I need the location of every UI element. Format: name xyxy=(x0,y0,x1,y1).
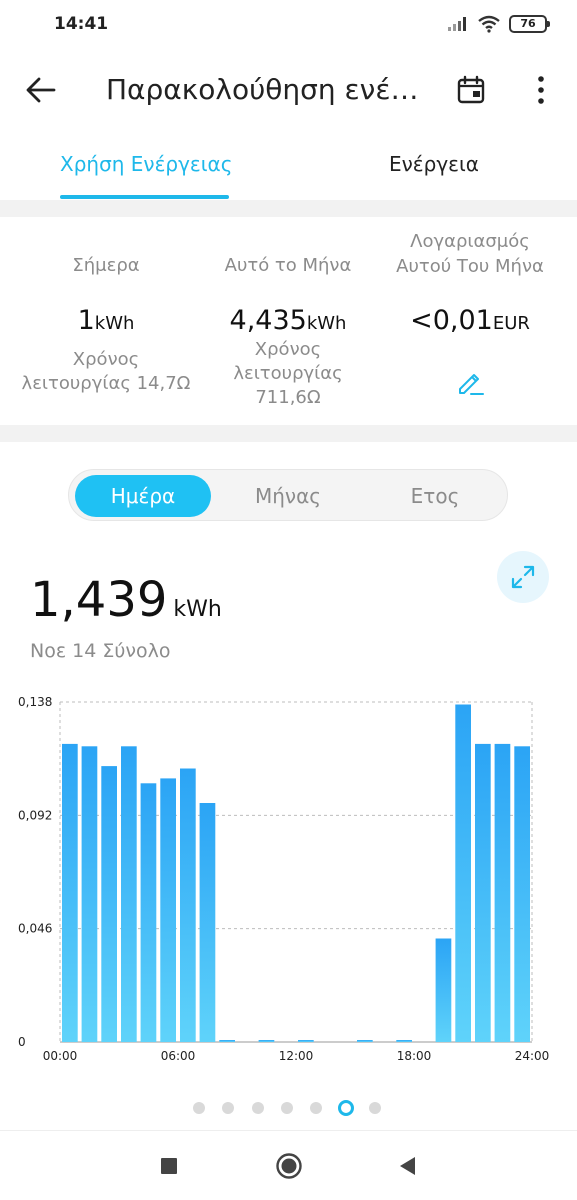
chart-bar xyxy=(357,1040,373,1042)
chart-bar xyxy=(396,1040,412,1042)
y-tick-label: 0,046 xyxy=(18,922,52,936)
recents-button[interactable] xyxy=(154,1151,184,1181)
chart-bar xyxy=(62,743,78,1042)
period-day-button[interactable]: Ημέρα xyxy=(75,475,211,517)
expand-icon xyxy=(511,565,535,589)
square-icon xyxy=(161,1158,177,1174)
x-tick-label: 24:00 xyxy=(515,1049,550,1063)
period-selector: Ημέρα Μήνας Ετος xyxy=(68,469,508,521)
stat-today-unit: kWh xyxy=(94,313,135,334)
chart-bar xyxy=(199,803,216,1042)
chart-bar xyxy=(140,783,157,1042)
stat-bill: Λογαριασμός Αυτού Του Μήνα <0,01EUR xyxy=(374,229,566,336)
chart-bar xyxy=(219,1040,235,1042)
stat-month-unit: kWh xyxy=(306,313,347,334)
section-divider xyxy=(0,425,577,442)
chart-bar xyxy=(514,746,530,1042)
stat-month: Αυτό το Μήνα 4,435kWh Χρόνος λειτουργίας… xyxy=(192,241,384,410)
battery-icon: 76 xyxy=(509,15,550,33)
stat-bill-label: Λογαριασμός Αυτού Του Μήνα xyxy=(396,231,544,277)
signal-icon xyxy=(448,17,466,31)
stat-today: Σήμερα 1kWh Χρόνος λειτουργίας 14,7Ω xyxy=(10,241,202,396)
stat-month-value: 4,435 xyxy=(229,305,307,336)
tab-energy[interactable]: Ενέργεια xyxy=(389,152,479,176)
status-bar: 14:41 76 xyxy=(0,0,577,50)
status-icons: 76 xyxy=(447,15,550,33)
stat-bill-unit: EUR xyxy=(492,313,530,334)
stat-bill-value-row: <0,01EUR xyxy=(374,305,566,336)
app-header: Παρακολούθηση ενέρ... xyxy=(0,55,577,125)
y-tick-label: 0,138 xyxy=(18,695,52,709)
stat-month-runtime: Χρόνος λειτουργίας 711,6Ω xyxy=(233,339,343,408)
stat-month-label: Αυτό το Μήνα xyxy=(224,255,352,276)
arrow-left-icon xyxy=(26,77,56,103)
pager-dot[interactable] xyxy=(251,1102,264,1114)
pager-dot-active[interactable] xyxy=(337,1100,354,1116)
chart-bar xyxy=(258,1040,275,1042)
stat-today-value: 1 xyxy=(77,305,95,336)
chart-bar xyxy=(298,1040,314,1042)
period-year-button[interactable]: Ετος xyxy=(367,475,503,517)
total-caption: Νοε 14 Σύνολο xyxy=(30,640,171,662)
page-title: Παρακολούθηση ενέρ... xyxy=(106,73,426,106)
home-button[interactable] xyxy=(274,1151,304,1181)
stats-panel: Σήμερα 1kWh Χρόνος λειτουργίας 14,7Ω Αυτ… xyxy=(0,217,577,425)
pager-dot[interactable] xyxy=(193,1102,205,1114)
y-tick-label: 0,092 xyxy=(18,808,52,822)
total-unit: kWh xyxy=(173,597,222,622)
x-tick-label: 06:00 xyxy=(161,1049,196,1063)
status-time: 14:41 xyxy=(54,14,109,34)
chart-bar xyxy=(101,766,117,1042)
x-tick-label: 00:00 xyxy=(43,1049,78,1063)
edit-pencil-icon xyxy=(459,374,484,395)
chart-bar xyxy=(81,746,98,1042)
section-divider xyxy=(0,200,577,217)
chart-bar xyxy=(455,704,471,1042)
stat-today-value-row: 1kWh xyxy=(10,305,202,336)
chart-bar xyxy=(494,743,511,1042)
expand-chart-button[interactable] xyxy=(497,551,549,603)
circle-icon xyxy=(276,1153,302,1179)
chart-bar xyxy=(121,746,137,1042)
wifi-icon xyxy=(478,15,500,33)
triangle-back-icon xyxy=(400,1157,415,1175)
stat-month-value-row: 4,435kWh xyxy=(192,305,384,336)
pager-dot[interactable] xyxy=(310,1102,323,1114)
calendar-icon xyxy=(457,75,485,104)
back-button[interactable] xyxy=(20,69,62,111)
period-month-button[interactable]: Μήνας xyxy=(220,475,356,517)
x-tick-label: 12:00 xyxy=(279,1049,314,1063)
chart-bar xyxy=(180,768,196,1042)
pager-dot[interactable] xyxy=(368,1102,381,1114)
active-tab-indicator xyxy=(60,195,229,199)
system-back-button[interactable] xyxy=(392,1151,422,1181)
system-nav-bar xyxy=(0,1130,577,1200)
y-tick-label: 0 xyxy=(18,1035,26,1049)
chart-bar xyxy=(435,938,452,1042)
chart-pager xyxy=(0,1100,577,1116)
stat-today-label: Σήμερα xyxy=(72,255,140,276)
tab-energy-usage[interactable]: Χρήση Ενέργειας xyxy=(60,152,232,176)
stat-bill-value: <0,01 xyxy=(410,305,493,336)
stat-today-runtime: Χρόνος λειτουργίας 14,7Ω xyxy=(21,349,191,394)
edit-bill-button[interactable] xyxy=(455,367,485,397)
x-tick-label: 18:00 xyxy=(397,1049,432,1063)
chart-bar xyxy=(475,743,491,1042)
tab-bar: Χρήση Ενέργειας Ενέργεια xyxy=(0,138,577,200)
pager-dot[interactable] xyxy=(280,1102,293,1114)
more-options-button[interactable] xyxy=(522,69,560,111)
total-value: 1,439 xyxy=(30,572,168,628)
total-consumption: 1,439 kWh xyxy=(30,572,222,628)
chart-bar xyxy=(160,778,176,1042)
energy-bar-chart: 0,138 0,092 0,046 0 00:00 06:00 12:00 18:00 24:0… xyxy=(18,695,550,1063)
calendar-button[interactable] xyxy=(450,69,492,111)
more-vertical-icon xyxy=(538,76,544,104)
pager-dot[interactable] xyxy=(222,1102,235,1114)
